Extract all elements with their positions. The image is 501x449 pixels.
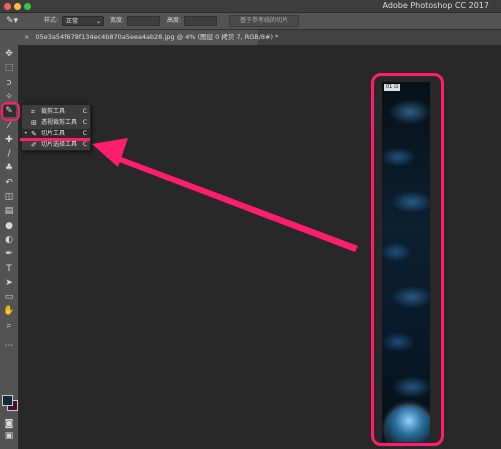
annotation-arrow xyxy=(92,138,358,252)
